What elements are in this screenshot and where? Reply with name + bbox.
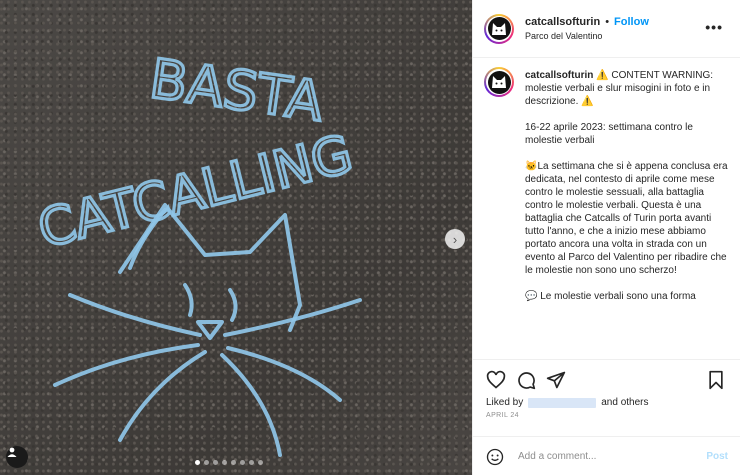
chalk-whisker-6 — [220, 353, 282, 457]
follow-button[interactable]: Follow — [614, 16, 649, 28]
redacted-liker-name[interactable] — [528, 397, 597, 408]
chalk-cat-eye-left — [183, 283, 194, 317]
carousel-dot — [222, 460, 227, 465]
chalk-text-line1: BASTA — [146, 47, 327, 134]
tagged-users-button[interactable] — [6, 446, 28, 468]
likes-summary: Liked by and others — [486, 397, 649, 408]
caption-paragraph-4: 💬 Le molestie verbali sono una forma — [525, 291, 696, 302]
add-comment-bar: Post — [473, 436, 740, 476]
caption-text: catcallsofturin ⚠️ CONTENT WARNING: mole… — [525, 69, 730, 316]
carousel-dot — [195, 460, 200, 465]
carousel-dot — [231, 460, 236, 465]
user-icon — [7, 447, 17, 457]
chalk-cat-eye-right — [228, 288, 238, 322]
post-photo[interactable]: BASTA CATCALLING › — [0, 0, 472, 475]
carousel-dot — [249, 460, 254, 465]
caption-paragraph-3: 🐱La settimana che si è appena conclusa e… — [525, 161, 728, 276]
post-actions: Liked by and others APRIL 24 — [473, 359, 740, 448]
chalk-text-line2: CATCALLING — [32, 124, 358, 260]
cat-logo-icon — [492, 76, 506, 88]
chalk-whisker-3 — [118, 350, 207, 442]
caption-username[interactable]: catcallsofturin — [525, 70, 593, 81]
post-header: catcallsofturin • Follow Parco del Valen… — [473, 0, 740, 58]
emoji-icon[interactable] — [486, 448, 504, 466]
chalk-whisker-2 — [53, 343, 200, 387]
caption-paragraph-2: 16-22 aprile 2023: settimana contro le m… — [525, 122, 693, 146]
avatar[interactable] — [484, 13, 514, 44]
chalk-drawing: BASTA CATCALLING — [31, 45, 362, 457]
post-comment-button[interactable]: Post — [706, 451, 728, 462]
chalk-whisker-4 — [223, 298, 362, 337]
comment-icon[interactable] — [516, 370, 536, 390]
chevron-right-icon: › — [452, 231, 458, 247]
carousel-dot — [204, 460, 209, 465]
header-username[interactable]: catcallsofturin — [525, 16, 600, 28]
bookmark-icon[interactable] — [706, 370, 726, 390]
header-separator: • — [605, 16, 610, 28]
chalk-whisker-5 — [226, 346, 342, 402]
post-date: APRIL 24 — [486, 412, 519, 419]
carousel-next-button[interactable]: › — [445, 229, 465, 249]
more-options-icon[interactable]: ••• — [705, 20, 723, 34]
liked-by-prefix: Liked by — [486, 397, 524, 408]
share-icon[interactable] — [546, 370, 566, 390]
post-side-panel: catcallsofturin • Follow Parco del Valen… — [472, 0, 740, 475]
instagram-post-view: BASTA CATCALLING › catcallsofturin • Fol… — [0, 0, 740, 475]
carousel-indicator — [195, 460, 263, 465]
cat-logo-icon — [492, 22, 506, 35]
carousel-dot — [258, 460, 263, 465]
carousel-dot — [213, 460, 218, 465]
heart-icon[interactable] — [486, 370, 506, 390]
chalk-whisker-1 — [68, 293, 202, 337]
caption-avatar[interactable] — [484, 67, 514, 97]
comment-input[interactable] — [516, 450, 700, 463]
liked-by-suffix[interactable]: and others — [601, 397, 648, 408]
location-link[interactable]: Parco del Valentino — [525, 31, 649, 41]
carousel-dot — [240, 460, 245, 465]
caption-area: catcallsofturin ⚠️ CONTENT WARNING: mole… — [473, 58, 740, 358]
